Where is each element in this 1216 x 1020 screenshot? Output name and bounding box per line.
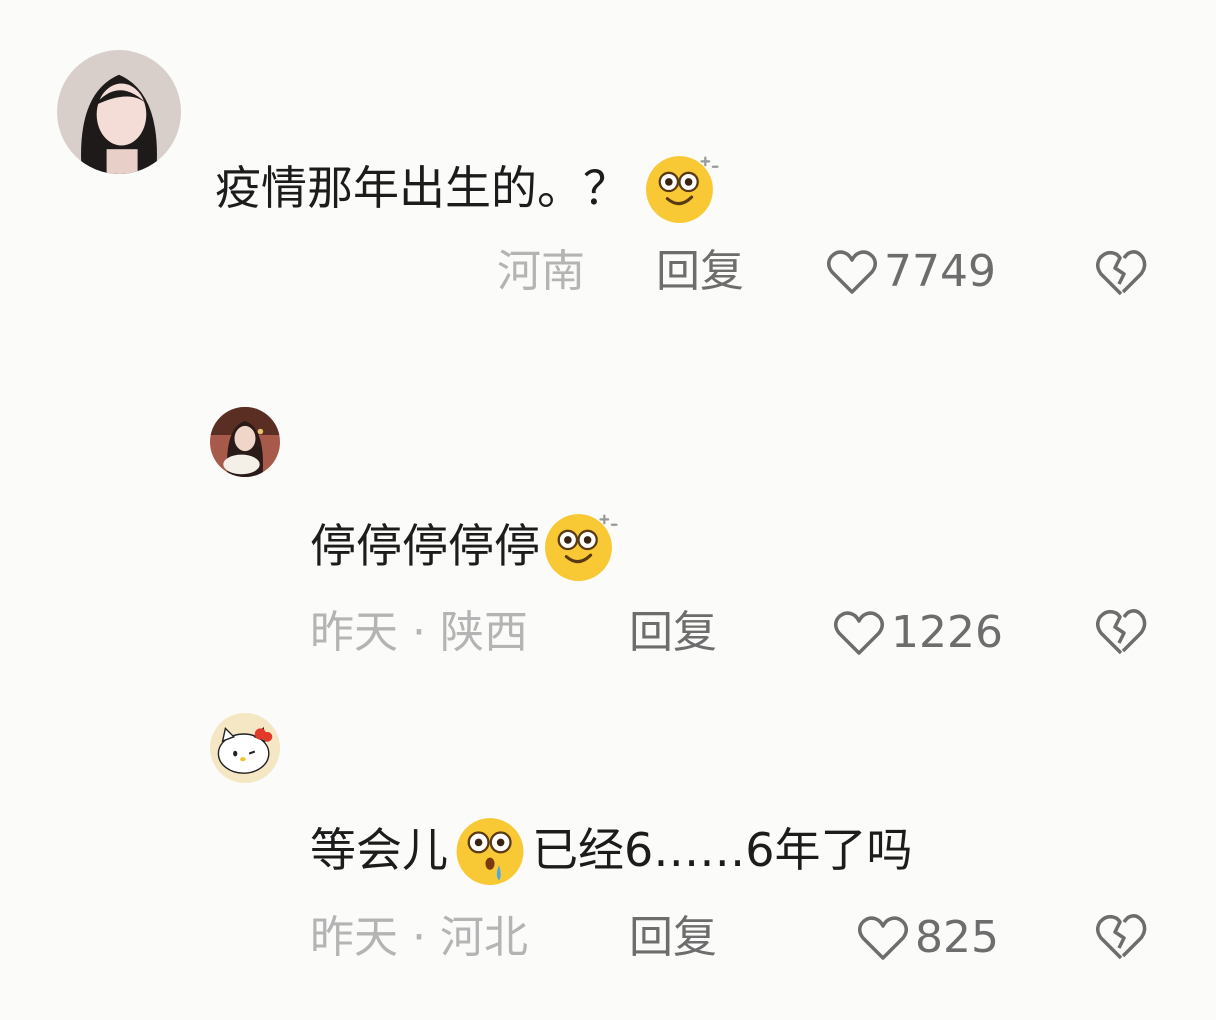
dislike-button[interactable] (1093, 910, 1149, 962)
dazed-face-icon (542, 508, 618, 584)
reply-button[interactable]: 回复 (629, 910, 717, 966)
comment-location: 昨天 · 陕西 (310, 607, 528, 658)
like-button[interactable]: 1226 (833, 605, 1003, 661)
broken-heart-icon (1096, 914, 1147, 960)
comment-text: 等会儿 已经6……6年了吗 (310, 812, 913, 888)
like-button[interactable]: 825 (857, 910, 999, 966)
avatar[interactable] (210, 713, 280, 783)
dislike-button[interactable] (1093, 246, 1149, 298)
comment-text-content: 已经6……6年了吗 (532, 823, 913, 877)
like-count: 7749 (884, 246, 996, 297)
heart-icon (827, 250, 877, 294)
comment-text: 疫情那年出生的。？ (215, 150, 719, 226)
comment-text-content: 停停停停停 (310, 519, 540, 573)
heart-icon (858, 916, 908, 960)
broken-heart-icon (1096, 609, 1147, 655)
reply-button[interactable]: 回复 (629, 605, 717, 661)
shocked-face-icon (452, 812, 528, 888)
comment-text: 停停停停停 (310, 508, 618, 584)
avatar[interactable] (210, 407, 280, 477)
like-count: 1226 (891, 607, 1003, 658)
hello-kitty-avatar-image (210, 713, 280, 783)
user-avatar-portrait-image (57, 50, 181, 174)
reply-button[interactable]: 回复 (656, 244, 744, 300)
user-avatar-portrait-image (210, 407, 280, 477)
avatar[interactable] (57, 50, 181, 174)
comment-location: 昨天 · 河北 (310, 912, 528, 963)
dazed-face-icon (643, 150, 719, 226)
comment-text-content: 疫情那年出生的。？ (215, 161, 629, 215)
broken-heart-icon (1096, 250, 1147, 296)
like-count: 825 (915, 912, 999, 963)
comment-text-content: 等会儿 (310, 823, 448, 877)
like-button[interactable]: 7749 (826, 244, 996, 300)
comment-location: 河南 (497, 246, 585, 297)
heart-icon (834, 611, 884, 655)
dislike-button[interactable] (1093, 605, 1149, 657)
